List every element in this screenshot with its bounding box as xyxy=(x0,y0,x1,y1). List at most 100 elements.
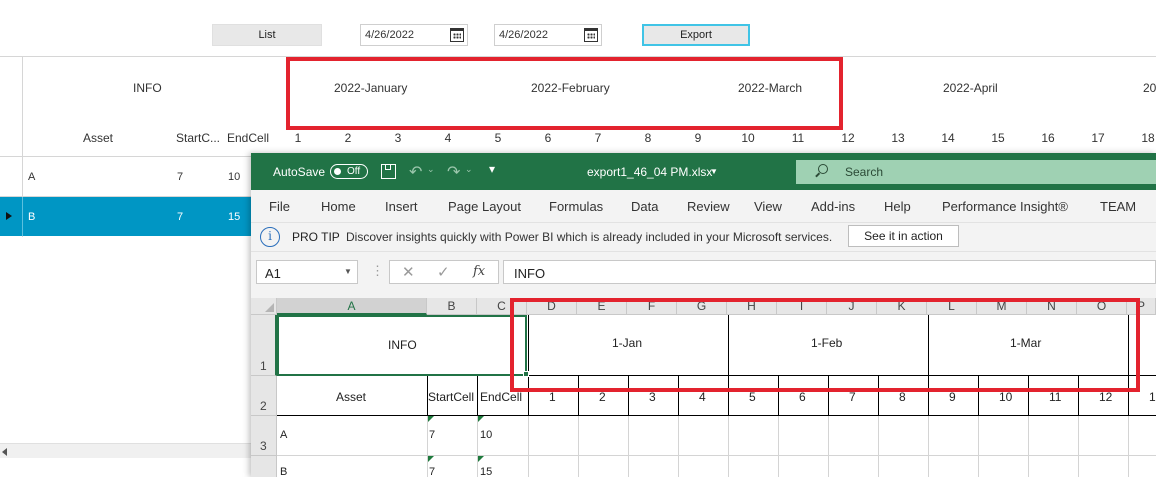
tab-view[interactable]: View xyxy=(754,199,782,214)
gridline xyxy=(778,416,779,477)
pro-tip-text: Discover insights quickly with Power BI … xyxy=(346,230,833,244)
column-header-asset[interactable]: Asset xyxy=(83,131,113,145)
cell-day-number[interactable]: 9 xyxy=(949,390,956,404)
date-from-value: 4/26/2022 xyxy=(365,29,414,41)
cell-day-number[interactable]: 12 xyxy=(1099,390,1112,404)
table-row[interactable]: A 7 10 xyxy=(0,157,251,196)
tab-file[interactable]: File xyxy=(269,199,290,214)
cell-asset-header[interactable]: Asset xyxy=(336,390,366,404)
cell-day-number[interactable]: 6 xyxy=(799,390,806,404)
cell-asset-a[interactable]: A xyxy=(280,429,287,441)
list-button[interactable]: List xyxy=(212,24,322,46)
see-it-in-action-button[interactable]: See it in action xyxy=(848,225,959,247)
scroll-left-icon[interactable] xyxy=(2,448,7,456)
day-number-header: 11 xyxy=(791,131,805,145)
cell-day-number[interactable]: 13 xyxy=(1149,390,1156,404)
day-number-header: 10 xyxy=(741,131,755,145)
customize-qat-icon[interactable]: ▾ xyxy=(489,162,495,176)
export-button[interactable]: Export xyxy=(642,24,750,46)
tab-page-layout[interactable]: Page Layout xyxy=(448,199,521,214)
cell-day-number[interactable]: 11 xyxy=(1049,390,1061,404)
cell-start-a[interactable]: 7 xyxy=(429,429,435,441)
tab-team[interactable]: TEAM xyxy=(1100,199,1136,214)
tab-insert[interactable]: Insert xyxy=(385,199,418,214)
select-all-corner[interactable] xyxy=(251,298,277,315)
cell-day-number[interactable]: 5 xyxy=(749,390,756,404)
save-icon[interactable] xyxy=(381,164,396,179)
day-number-header: 18 xyxy=(1141,131,1155,145)
group-header-month-5: 20 xyxy=(1143,81,1156,95)
pro-tip-title: PRO TIP xyxy=(292,230,340,244)
cell-startcell-header[interactable]: StartCell xyxy=(428,390,474,404)
date-from-picker[interactable]: 4/26/2022 xyxy=(360,24,468,46)
insert-function-icon[interactable]: fx xyxy=(473,264,485,279)
date-to-picker[interactable]: 4/26/2022 xyxy=(494,24,602,46)
gridline xyxy=(1028,416,1029,477)
table-row-selected[interactable]: B 7 15 xyxy=(0,197,251,236)
border-line xyxy=(477,376,478,416)
border-line xyxy=(277,415,1156,416)
row-indicator-divider xyxy=(22,197,23,236)
redo-dropdown-icon[interactable]: ⌄ xyxy=(465,164,473,175)
formula-input[interactable]: INFO xyxy=(503,260,1156,284)
column-header-b[interactable]: B xyxy=(427,298,477,315)
cell-day-number[interactable]: 4 xyxy=(699,390,706,404)
cell-day-number[interactable]: 3 xyxy=(649,390,656,404)
tab-data[interactable]: Data xyxy=(631,199,658,214)
row-header-2[interactable]: 2 xyxy=(251,376,277,416)
undo-icon[interactable]: ↶ xyxy=(409,162,422,182)
pro-tip-bar: i PRO TIP Discover insights quickly with… xyxy=(251,222,1156,252)
row-start: 7 xyxy=(177,171,184,183)
row-header-3[interactable]: 3 xyxy=(251,416,277,456)
tab-home[interactable]: Home xyxy=(321,199,356,214)
gridline xyxy=(477,416,478,477)
cell-day-number[interactable]: 2 xyxy=(599,390,606,404)
file-name-dropdown-icon[interactable]: ▼ xyxy=(710,167,718,176)
cancel-icon[interactable]: ✕ xyxy=(402,263,415,281)
gridline xyxy=(277,455,1156,456)
calendar-icon[interactable] xyxy=(584,28,598,42)
column-header-a[interactable]: A xyxy=(277,298,427,315)
tab-review[interactable]: Review xyxy=(687,199,730,214)
file-name[interactable]: export1_46_04 PM.xlsx xyxy=(587,165,712,179)
cell-day-number[interactable]: 10 xyxy=(999,390,1012,404)
name-box[interactable]: A1 ▼ xyxy=(256,260,358,284)
autosave-toggle[interactable]: Off xyxy=(330,164,368,179)
merged-cell-info[interactable]: INFO xyxy=(277,315,527,376)
tab-performance-insight[interactable]: Performance Insight® xyxy=(942,199,1068,214)
row-asset: B xyxy=(28,211,36,223)
cell-end-b[interactable]: 15 xyxy=(480,466,492,477)
cell-day-number[interactable]: 7 xyxy=(849,390,856,404)
cell-day-number[interactable]: 8 xyxy=(899,390,906,404)
info-icon: i xyxy=(260,227,280,247)
calendar-icon[interactable] xyxy=(450,28,464,42)
error-indicator-icon xyxy=(478,456,484,462)
gridline xyxy=(978,416,979,477)
enter-icon[interactable]: ✓ xyxy=(437,263,450,281)
column-header-startcell[interactable]: StartC... xyxy=(176,131,220,145)
search-box[interactable]: Search xyxy=(796,160,1156,184)
gridline xyxy=(1078,416,1079,477)
cell-start-b[interactable]: 7 xyxy=(429,466,435,477)
horizontal-scrollbar[interactable] xyxy=(0,443,251,458)
cell-end-a[interactable]: 10 xyxy=(480,429,492,441)
tab-help[interactable]: Help xyxy=(884,199,911,214)
formula-value: INFO xyxy=(514,266,546,281)
tab-add-ins[interactable]: Add-ins xyxy=(811,199,855,214)
tab-formulas[interactable]: Formulas xyxy=(549,199,603,214)
row-header-4[interactable] xyxy=(251,456,277,477)
gridline xyxy=(578,416,579,477)
redo-icon[interactable]: ↷ xyxy=(447,162,460,182)
row-header-1[interactable]: 1 xyxy=(251,315,277,376)
error-indicator-icon xyxy=(428,416,434,422)
undo-dropdown-icon[interactable]: ⌄ xyxy=(427,164,435,175)
cell-endcell-header[interactable]: EndCell xyxy=(480,390,522,404)
name-box-dropdown-icon[interactable]: ▼ xyxy=(344,267,352,276)
day-number-header: 17 xyxy=(1091,131,1105,145)
highlight-box-excel-months xyxy=(510,298,1140,392)
cell-asset-b[interactable]: B xyxy=(280,466,287,477)
day-number-header: 7 xyxy=(594,131,602,145)
column-header-endcell[interactable]: EndCell xyxy=(227,131,269,145)
cell-day-number[interactable]: 1 xyxy=(549,390,556,404)
gridline xyxy=(628,416,629,477)
